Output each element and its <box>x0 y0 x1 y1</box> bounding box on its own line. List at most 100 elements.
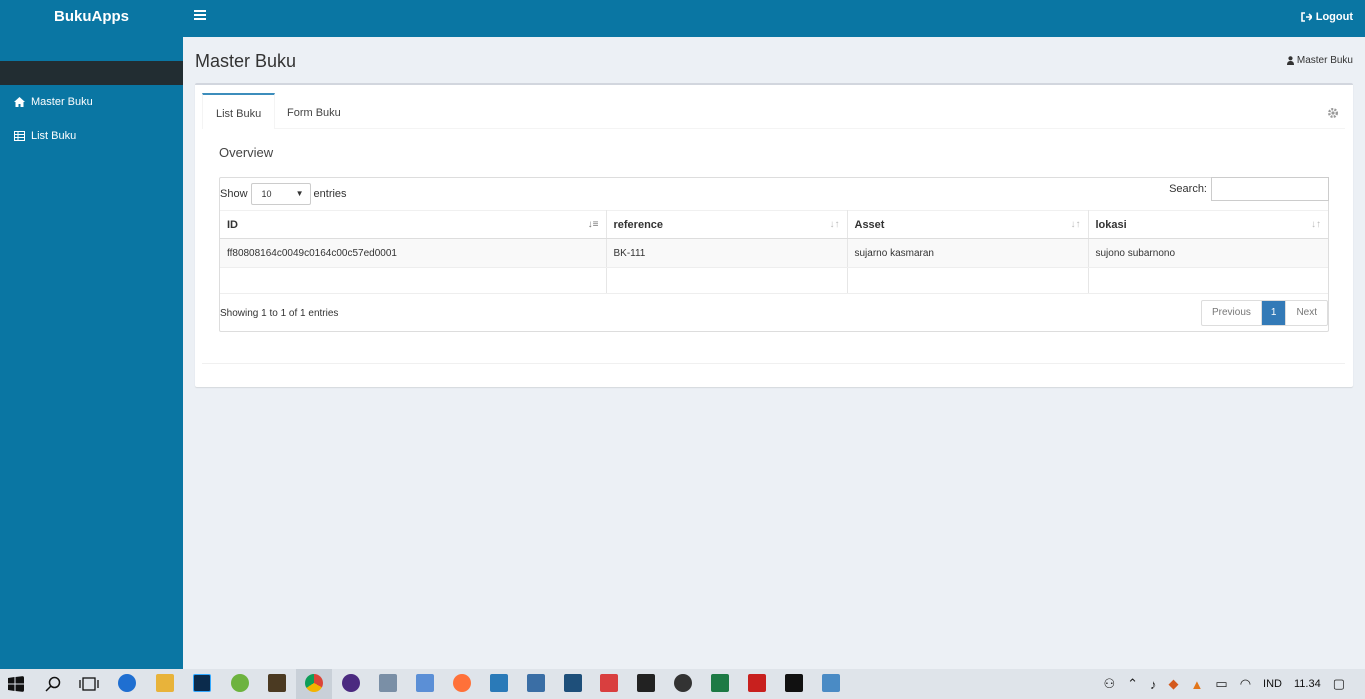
tab-form-buku[interactable]: Form Buku <box>274 93 354 129</box>
search-icon[interactable] <box>45 676 61 692</box>
user-icon <box>1286 56 1294 65</box>
sort-icon: ↓↑ <box>1070 219 1081 230</box>
sidebar-user-panel <box>0 61 183 85</box>
table-cell <box>1088 267 1328 294</box>
notification-icon[interactable]: ▢ <box>1333 676 1345 692</box>
sidebar: Master Buku List Buku <box>0 37 183 669</box>
edge-browser-icon[interactable] <box>118 674 136 692</box>
windows-taskbar: ⚇ ⌃ ♪ ◆ ▲ ▭ ◠ IND 11.34 ▢ <box>0 669 1365 699</box>
table-cell: sujarno kasmaran <box>847 238 1089 268</box>
sort-asc-icon: ↓≡ <box>587 219 599 230</box>
entries-label: entries <box>313 187 347 200</box>
search-label: Search: <box>1169 183 1207 195</box>
data-table-wrapper: Show 10 ▼ entries Search: ID ↓≡ reference… <box>219 177 1329 332</box>
pagination: Previous 1 Next <box>1200 300 1328 326</box>
task-view-icon[interactable] <box>79 676 99 692</box>
table-info: Showing 1 to 1 of 1 entries <box>220 308 339 319</box>
table-row[interactable]: ff80808164c0049c0164c00c57ed0001 BK-111 … <box>220 238 1328 268</box>
command-prompt-icon[interactable] <box>785 674 803 692</box>
calendar-app-icon[interactable] <box>527 674 545 692</box>
sidebar-item-label: List Buku <box>31 130 77 142</box>
photoshop-icon[interactable] <box>193 674 211 692</box>
sticky-notes-icon[interactable] <box>637 674 655 692</box>
clock[interactable]: 11.34 <box>1294 678 1321 690</box>
table-cell <box>606 267 848 294</box>
search-input[interactable] <box>1211 177 1329 201</box>
box-footer-divider <box>202 363 1345 364</box>
sort-icon: ↓↑ <box>1311 219 1321 230</box>
metamask-icon[interactable]: ▲ <box>1191 677 1204 692</box>
main-box: List Buku Form Buku Overview Show 10 ▼ e… <box>195 83 1353 387</box>
people-icon[interactable]: ⚇ <box>1103 676 1115 692</box>
page-length-control: Show 10 ▼ entries <box>220 178 347 209</box>
sublime-icon[interactable] <box>268 674 286 692</box>
excel-icon[interactable] <box>711 674 729 692</box>
column-header-lokasi[interactable]: lokasi ↓↑ <box>1088 210 1328 239</box>
logout-button[interactable]: Logout <box>1300 11 1353 23</box>
network-app-icon[interactable] <box>490 674 508 692</box>
pagination-previous-button[interactable]: Previous <box>1202 301 1261 325</box>
table-icon <box>14 131 25 141</box>
page-title: Master Buku <box>195 51 297 71</box>
sidebar-item-master-buku[interactable]: Master Buku <box>0 85 183 119</box>
table-cell: ff80808164c0049c0164c00c57ed0001 <box>220 238 607 268</box>
system-tray: ⚇ ⌃ ♪ ◆ ▲ ▭ ◠ IND 11.34 ▢ <box>1103 669 1365 699</box>
grid-app-icon[interactable] <box>600 674 618 692</box>
table-cell: BK-111 <box>606 238 848 268</box>
column-label: reference <box>613 218 664 231</box>
virtualbox-icon[interactable] <box>416 674 434 692</box>
table-cell <box>220 267 607 294</box>
tor-icon[interactable] <box>342 674 360 692</box>
battery-icon[interactable]: ▭ <box>1215 676 1227 692</box>
wifi-icon[interactable]: ◠ <box>1240 676 1251 692</box>
page-length-select[interactable]: 10 ▼ <box>250 182 311 205</box>
acrobat-icon[interactable] <box>748 674 766 692</box>
sidebar-item-list-buku[interactable]: List Buku <box>0 119 183 153</box>
overview-heading: Overview <box>219 145 274 160</box>
mysql-workbench-icon[interactable] <box>564 674 582 692</box>
app-window: BukuApps Logout Master Buku List Buku Ma… <box>0 0 1365 669</box>
media-app-icon[interactable] <box>674 674 692 692</box>
data-table: ID ↓≡ reference ↓↑ Asset ↓↑ lokasi ↓↑ ff8080… <box>220 210 1328 294</box>
chevron-up-icon[interactable]: ⌃ <box>1127 676 1138 692</box>
chrome-icon[interactable] <box>305 674 323 692</box>
logout-label: Logout <box>1315 11 1353 23</box>
tab-bar: List Buku Form Buku <box>202 93 1345 129</box>
sidebar-toggle-icon[interactable] <box>194 10 206 22</box>
tray-app-icon[interactable]: ◆ <box>1169 676 1179 692</box>
pagination-page-button[interactable]: 1 <box>1260 301 1286 325</box>
sign-out-icon <box>1300 12 1312 22</box>
windows-start-icon[interactable] <box>8 676 24 692</box>
file-explorer-icon[interactable] <box>156 674 174 692</box>
breadcrumb: Master Buku <box>1286 55 1353 66</box>
column-label: lokasi <box>1095 218 1127 231</box>
column-label: Asset <box>854 218 885 231</box>
table-header-row: ID ↓≡ reference ↓↑ Asset ↓↑ lokasi ↓↑ <box>220 210 1328 239</box>
table-cell: sujono subarnono <box>1088 238 1328 268</box>
brand-logo[interactable]: BukuApps <box>0 0 183 37</box>
top-navbar: BukuApps Logout <box>0 0 1365 37</box>
gear-icon[interactable] <box>1327 107 1339 119</box>
tab-list-buku[interactable]: List Buku <box>202 93 276 129</box>
home-icon <box>14 97 25 107</box>
sort-icon: ↓↑ <box>829 219 840 230</box>
column-header-reference[interactable]: reference ↓↑ <box>606 210 848 239</box>
sidebar-item-label: Master Buku <box>31 96 93 108</box>
table-row-empty <box>220 267 1328 294</box>
spring-tool-icon[interactable] <box>231 674 249 692</box>
paint-icon[interactable] <box>822 674 840 692</box>
volume-icon[interactable]: ♪ <box>1150 677 1157 692</box>
breadcrumb-item[interactable]: Master Buku <box>1297 55 1353 66</box>
caret-down-icon: ▼ <box>295 189 304 198</box>
language-indicator[interactable]: IND <box>1263 678 1282 690</box>
show-label: Show <box>220 187 248 200</box>
table-cell <box>847 267 1089 294</box>
column-header-asset[interactable]: Asset ↓↑ <box>847 210 1089 239</box>
content-header: Master Buku Master Buku <box>183 37 1365 83</box>
photos-icon[interactable] <box>379 674 397 692</box>
column-header-id[interactable]: ID ↓≡ <box>220 210 607 239</box>
page-length-value: 10 <box>261 188 272 199</box>
pagination-next-button[interactable]: Next <box>1285 301 1327 325</box>
search-control: Search: <box>1169 177 1329 201</box>
firefox-icon[interactable] <box>453 674 471 692</box>
